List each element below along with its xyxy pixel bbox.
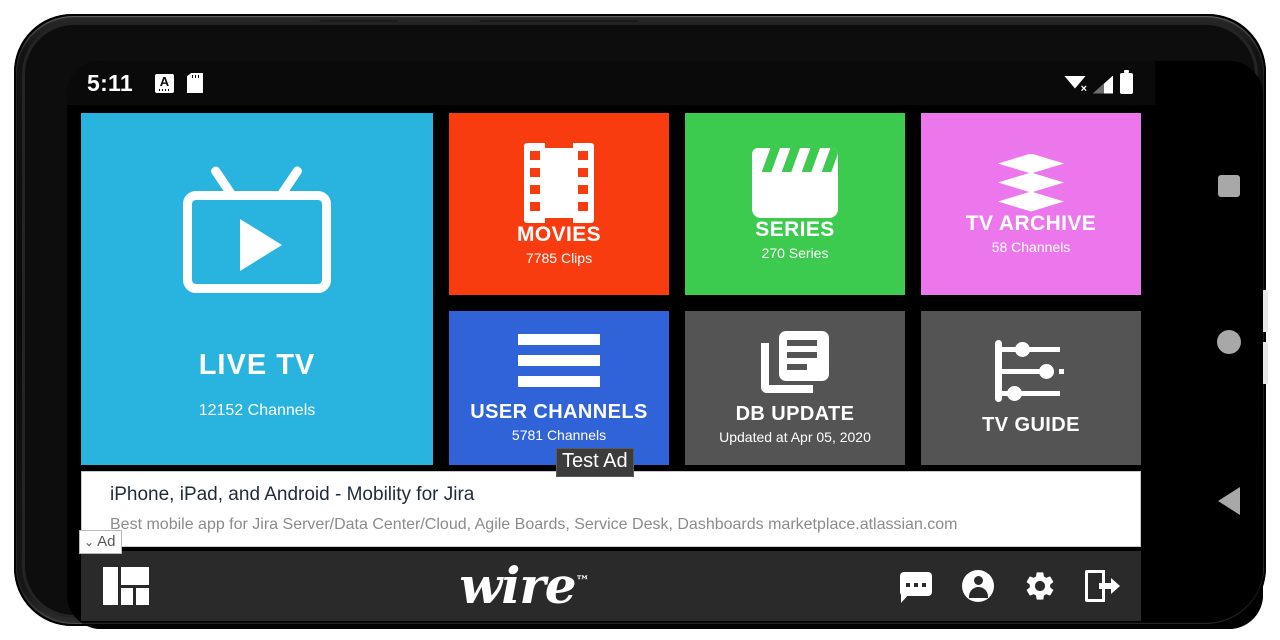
logout-icon[interactable] bbox=[1085, 569, 1120, 603]
account-icon[interactable] bbox=[961, 569, 995, 603]
tile-movies-subtitle: 7785 Clips bbox=[525, 249, 593, 266]
status-bar-clock: 5:11 bbox=[87, 69, 133, 96]
test-ad-tooltip: Test Ad bbox=[556, 448, 634, 477]
hamburger-menu-icon bbox=[518, 333, 600, 387]
tile-series[interactable]: SERIES 270 Series bbox=[685, 113, 905, 295]
keyboard-icon: A bbox=[154, 73, 174, 93]
status-bar: 5:11 A × bbox=[67, 61, 1155, 105]
ad-badge-label: Ad bbox=[97, 533, 116, 550]
ad-url[interactable]: marketplace.atlassian.com bbox=[768, 516, 957, 533]
tv-play-icon bbox=[182, 159, 332, 293]
tile-live-tv-subtitle: 12152 Channels bbox=[198, 401, 316, 419]
tile-db-update-title: DB UPDATE bbox=[735, 403, 855, 425]
ad-description: Best mobile app for Jira Server/Data Cen… bbox=[110, 516, 769, 533]
battery-icon bbox=[1120, 69, 1133, 94]
tile-movies[interactable]: MOVIES 7785 Clips bbox=[449, 113, 669, 295]
sd-card-icon bbox=[186, 73, 203, 93]
ad-headline[interactable]: iPhone, iPad, and Android - Mobility for… bbox=[110, 484, 474, 506]
tile-tv-guide[interactable]: TV GUIDE bbox=[921, 311, 1141, 465]
dashboard-grid-icon[interactable] bbox=[103, 567, 149, 605]
tv-schedule-icon bbox=[995, 339, 1067, 402]
wifi-off-icon: × bbox=[1064, 75, 1087, 95]
tile-tv-archive-subtitle: 58 Channels bbox=[991, 238, 1071, 255]
bottom-bar: wire™ bbox=[81, 551, 1141, 621]
android-nav-rail bbox=[1195, 61, 1263, 629]
tile-user-channels-subtitle: 5781 Channels bbox=[511, 426, 607, 443]
phone-screen: 5:11 A × LIVE TV 12152 Channels MOVIES 7… bbox=[67, 61, 1263, 629]
tile-tv-guide-title: TV GUIDE bbox=[982, 413, 1080, 436]
ad-banner[interactable]: iPhone, iPad, and Android - Mobility for… bbox=[79, 448, 1141, 554]
settings-gear-icon[interactable] bbox=[1023, 569, 1057, 603]
app-logo-text: wire bbox=[459, 556, 576, 615]
tile-series-subtitle: 270 Series bbox=[761, 244, 829, 261]
tile-db-update-subtitle: Updated at Apr 05, 2020 bbox=[719, 429, 871, 445]
tile-movies-title: MOVIES bbox=[516, 222, 602, 246]
film-strip-icon bbox=[524, 141, 594, 224]
ad-banner-region: iPhone, iPad, and Android - Mobility for… bbox=[67, 448, 1155, 554]
trademark-symbol: ™ bbox=[575, 573, 590, 590]
wifi-x-badge: × bbox=[1080, 82, 1087, 95]
tile-user-channels[interactable]: USER CHANNELS 5781 Channels bbox=[449, 311, 669, 465]
back-triangle-icon[interactable] bbox=[1218, 486, 1240, 515]
tile-tv-archive-title: TV ARCHIVE bbox=[965, 211, 1097, 235]
status-bar-right-icons: × bbox=[1064, 69, 1133, 95]
app-logo: wire™ bbox=[149, 561, 899, 611]
layers-icon bbox=[998, 153, 1064, 212]
tile-grid-left-column: LIVE TV 12152 Channels bbox=[81, 113, 433, 465]
tile-tv-archive[interactable]: TV ARCHIVE 58 Channels bbox=[921, 113, 1141, 295]
tile-row-top: MOVIES 7785 Clips SERIES 270 Series TV A… bbox=[449, 113, 1141, 295]
tile-row-bottom: USER CHANNELS 5781 Channels DB UPDATE Up… bbox=[449, 311, 1141, 465]
tile-series-title: SERIES bbox=[755, 217, 835, 241]
document-news-icon bbox=[761, 331, 829, 393]
ad-disclosure-badge[interactable]: ⌄ Ad bbox=[79, 530, 123, 554]
tile-grid: LIVE TV 12152 Channels MOVIES 7785 Clips… bbox=[67, 105, 1155, 469]
phone-inner-rim: 5:11 A × LIVE TV 12152 Channels MOVIES 7… bbox=[22, 22, 1263, 629]
home-circle-icon[interactable] bbox=[1217, 329, 1241, 354]
tile-live-tv-title: LIVE TV bbox=[198, 348, 316, 381]
clapboard-icon bbox=[752, 147, 838, 218]
cellular-signal-icon bbox=[1093, 75, 1113, 94]
bottom-bar-actions bbox=[899, 569, 1120, 603]
chevron-down-icon: ⌄ bbox=[84, 534, 95, 549]
screenshot-stage: 5:11 A × LIVE TV 12152 Channels MOVIES 7… bbox=[0, 0, 1280, 640]
app-container: 5:11 A × LIVE TV 12152 Channels MOVIES 7… bbox=[67, 61, 1155, 629]
chat-icon[interactable] bbox=[899, 569, 933, 603]
tile-user-channels-title: USER CHANNELS bbox=[470, 400, 648, 423]
ad-description-row: Best mobile app for Jira Server/Data Cen… bbox=[110, 516, 958, 534]
tile-live-tv[interactable]: LIVE TV 12152 Channels bbox=[81, 113, 433, 465]
tile-db-update[interactable]: DB UPDATE Updated at Apr 05, 2020 bbox=[685, 311, 905, 465]
recents-square-icon[interactable] bbox=[1218, 175, 1240, 198]
status-bar-left-icons: A bbox=[154, 73, 203, 93]
tile-grid-right-columns: MOVIES 7785 Clips SERIES 270 Series TV A… bbox=[449, 113, 1141, 465]
